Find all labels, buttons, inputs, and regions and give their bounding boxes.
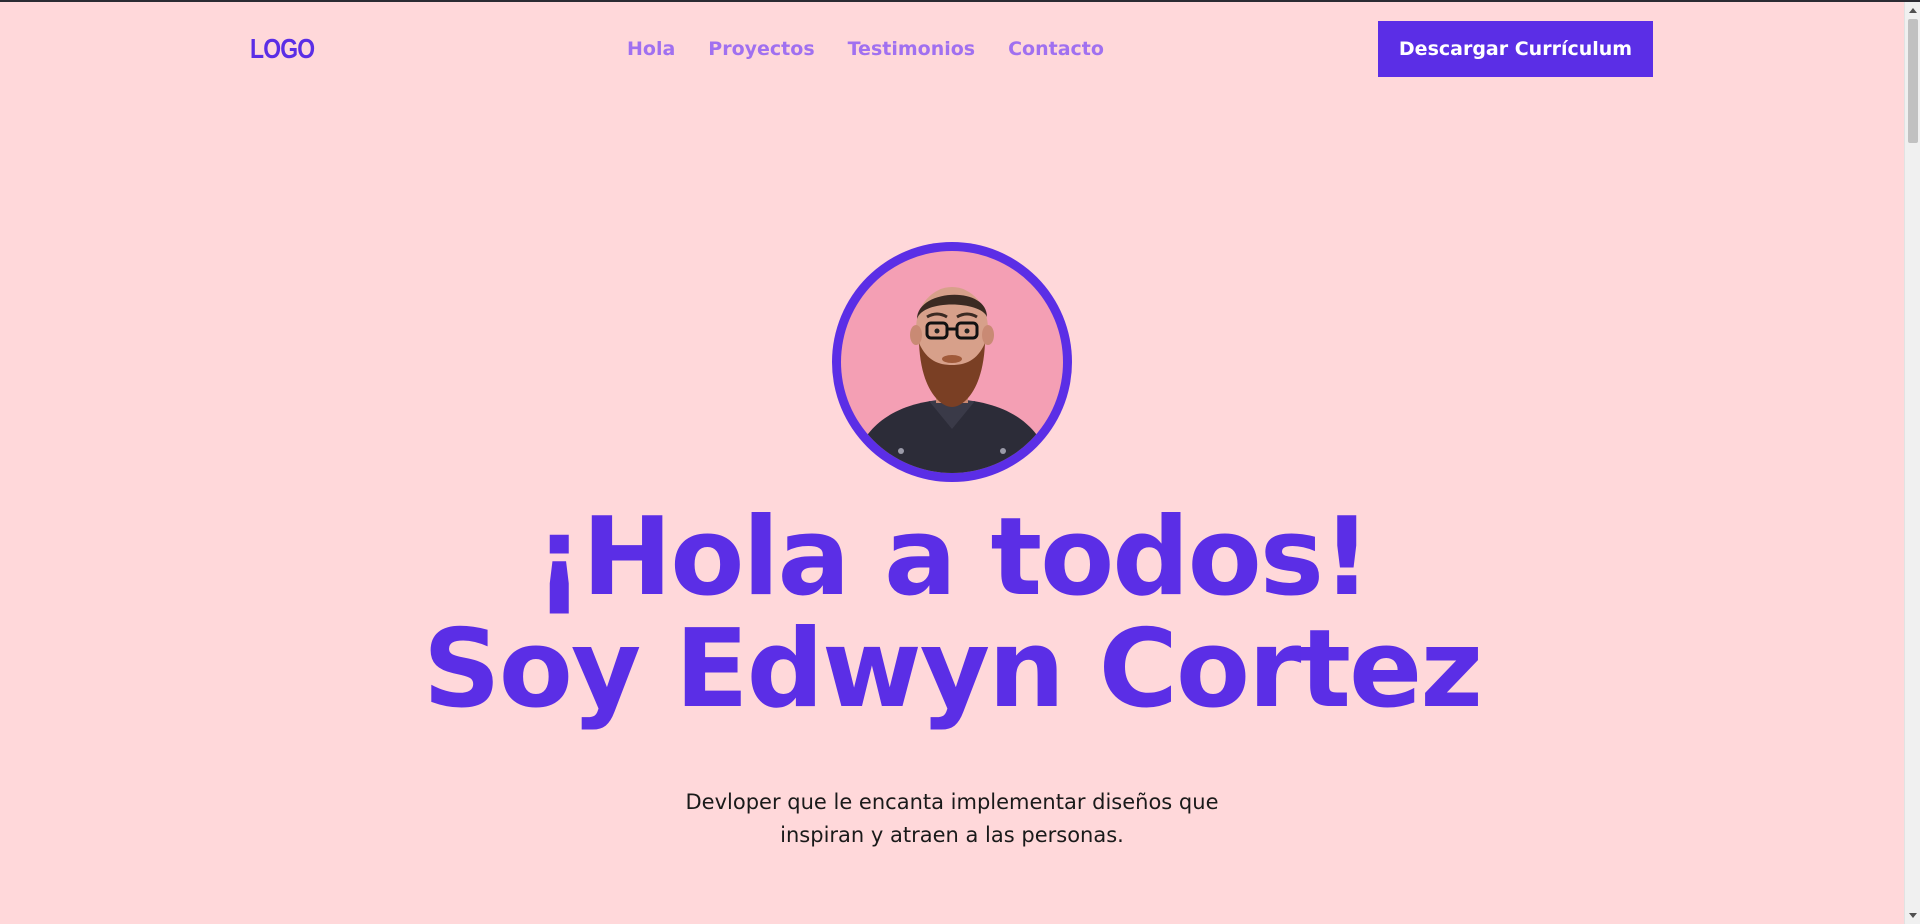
avatar bbox=[841, 251, 1063, 473]
avatar-ring bbox=[832, 242, 1072, 482]
scroll-down-arrow-icon[interactable] bbox=[1905, 908, 1920, 924]
main-nav: Hola Proyectos Testimonios Contacto bbox=[627, 38, 1104, 60]
hero-subtitle-line1: Devloper que le encanta implementar dise… bbox=[685, 790, 1219, 814]
vertical-scrollbar[interactable] bbox=[1904, 2, 1920, 924]
scroll-up-arrow-icon[interactable] bbox=[1905, 2, 1920, 18]
hero-subtitle-line2: inspiran y atraen a las personas. bbox=[780, 823, 1124, 847]
hero-title: ¡Hola a todos! Soy Edwyn Cortez bbox=[0, 502, 1904, 726]
hero-title-line2: Soy Edwyn Cortez bbox=[422, 607, 1483, 732]
hero-title-line1: ¡Hola a todos! bbox=[534, 495, 1372, 620]
nav-link-hola[interactable]: Hola bbox=[627, 38, 675, 60]
logo[interactable]: LOGO bbox=[250, 33, 315, 65]
nav-link-testimonios[interactable]: Testimonios bbox=[848, 38, 975, 60]
download-cv-button[interactable]: Descargar Currículum bbox=[1378, 21, 1653, 77]
nav-link-contacto[interactable]: Contacto bbox=[1008, 38, 1104, 60]
page: LOGO Hola Proyectos Testimonios Contacto… bbox=[0, 2, 1904, 924]
nav-link-proyectos[interactable]: Proyectos bbox=[708, 38, 814, 60]
hero-subtitle: Devloper que le encanta implementar dise… bbox=[0, 786, 1904, 852]
scrollbar-thumb[interactable] bbox=[1908, 19, 1918, 143]
